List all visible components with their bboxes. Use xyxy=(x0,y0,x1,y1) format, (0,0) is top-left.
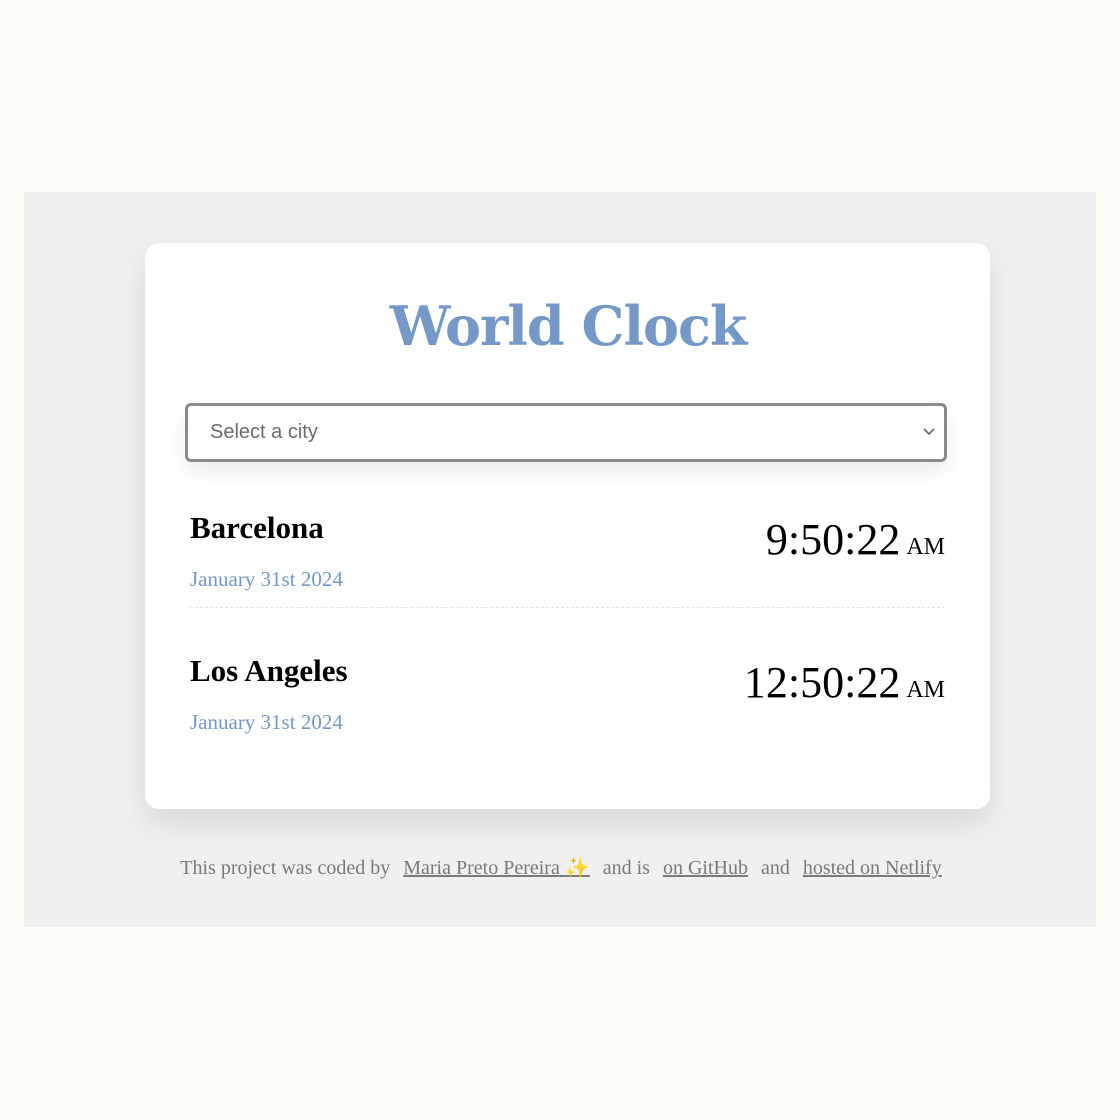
page-title: World Clock xyxy=(389,294,748,358)
city-name: Barcelona xyxy=(190,510,324,545)
author-name: Maria Preto Pereira xyxy=(403,857,560,879)
city-date: January 31st 2024 xyxy=(190,710,343,734)
time-period: AM xyxy=(906,534,945,560)
chevron-down-icon xyxy=(923,428,935,436)
city-select-value: Select a city xyxy=(210,421,318,443)
time-value: 12:50:22 xyxy=(743,658,901,707)
city-row-barcelona: Barcelona January 31st 2024 9:50:22 AM xyxy=(190,510,945,610)
time-period: AM xyxy=(906,677,945,703)
netlify-link[interactable]: hosted on Netlify xyxy=(803,857,942,879)
city-select[interactable]: Select a city xyxy=(185,403,947,462)
city-date: January 31st 2024 xyxy=(190,567,343,591)
time-value: 9:50:22 xyxy=(765,515,901,564)
city-time: 12:50:22 AM xyxy=(744,657,945,716)
author-link[interactable]: Maria Preto Pereira ✨ xyxy=(403,857,590,879)
footer: This project was coded by Maria Preto Pe… xyxy=(0,854,1120,882)
city-row-los-angeles: Los Angeles January 31st 2024 12:50:22 AM xyxy=(190,653,945,753)
city-divider xyxy=(190,607,945,608)
city-name: Los Angeles xyxy=(190,653,348,688)
github-link[interactable]: on GitHub xyxy=(663,857,748,879)
footer-prefix: This project was coded by xyxy=(180,857,391,879)
sparkles-icon: ✨ xyxy=(564,857,590,879)
footer-middle-1: and is xyxy=(602,857,650,879)
city-time: 9:50:22 AM xyxy=(766,514,945,573)
footer-middle-2: and xyxy=(760,857,790,879)
